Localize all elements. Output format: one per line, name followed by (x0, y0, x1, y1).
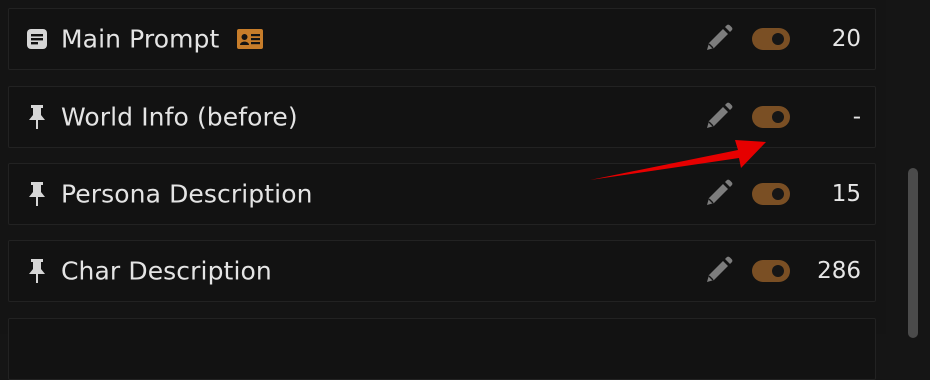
token-count: 15 (831, 181, 861, 207)
prompt-label: Char Description (61, 256, 272, 286)
edit-pencil-icon[interactable] (701, 177, 735, 211)
enable-toggle[interactable] (752, 260, 790, 282)
list-item: Persona Description 15 (8, 163, 876, 225)
prompt-label: Persona Description (61, 179, 313, 209)
edit-pencil-icon[interactable] (701, 254, 735, 288)
list-item: Char Description 286 (8, 240, 876, 302)
enable-toggle[interactable] (752, 106, 790, 128)
enable-toggle[interactable] (752, 28, 790, 50)
enable-toggle[interactable] (752, 183, 790, 205)
list-item (8, 318, 876, 380)
list-item: World Info (before) - (8, 86, 876, 148)
prompt-manager-list: Main Prompt 20 World Info (before) - Per… (0, 0, 886, 380)
pin-icon (25, 259, 49, 283)
prompt-label: Main Prompt (61, 24, 220, 54)
list-doc-icon (25, 27, 49, 51)
token-count: 20 (831, 26, 861, 52)
pin-icon (25, 182, 49, 206)
prompt-label: World Info (before) (61, 102, 298, 132)
token-count: - (852, 104, 861, 130)
edit-pencil-icon[interactable] (701, 22, 735, 56)
character-card-icon (237, 29, 263, 49)
pin-icon (25, 105, 49, 129)
edit-pencil-icon[interactable] (701, 100, 735, 134)
list-item: Main Prompt 20 (8, 8, 876, 70)
scrollbar-thumb[interactable] (908, 168, 918, 338)
token-count: 286 (817, 258, 861, 284)
